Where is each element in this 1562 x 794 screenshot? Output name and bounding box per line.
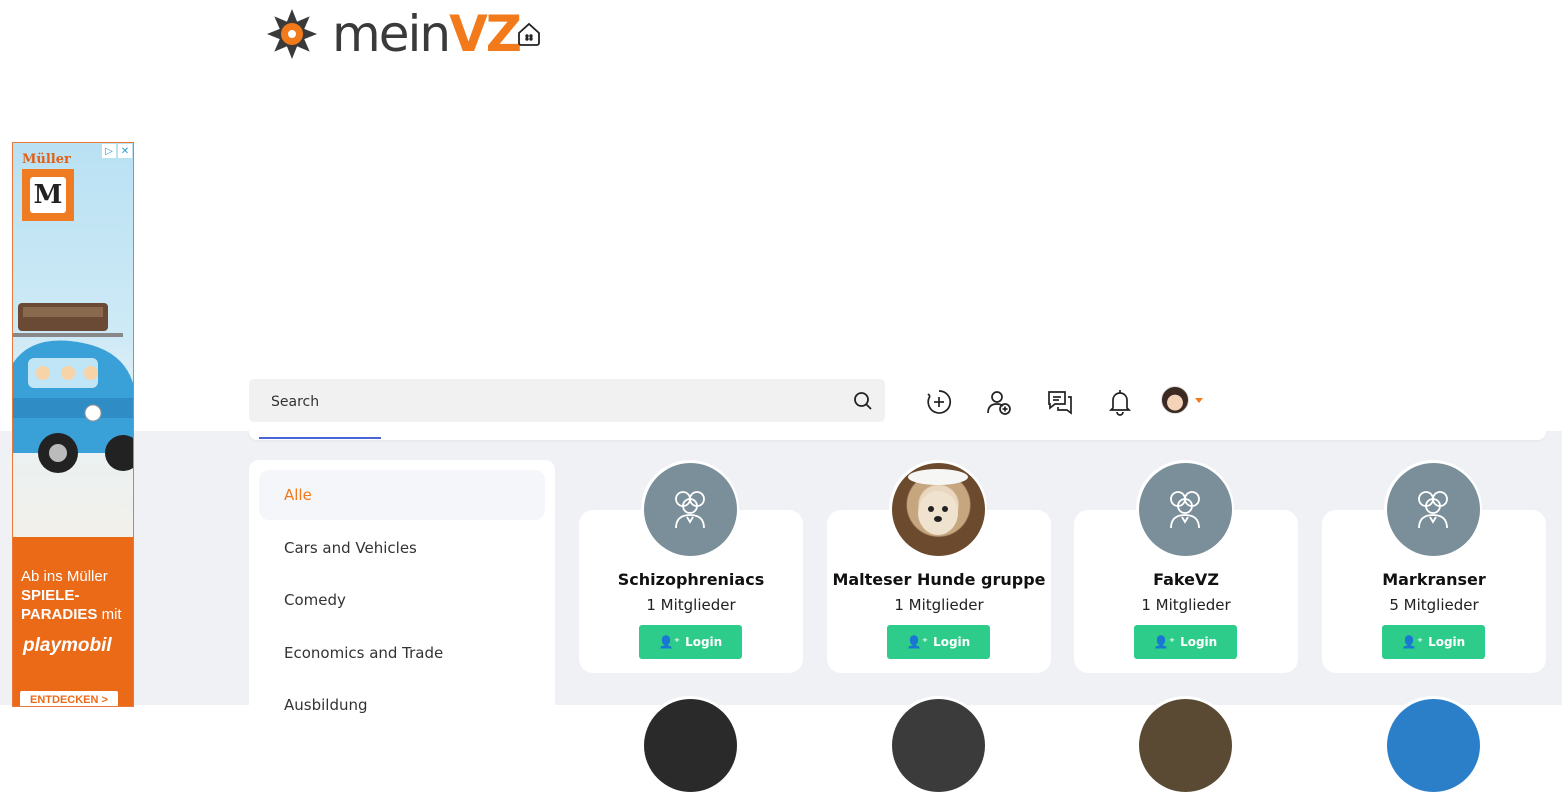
ad-copy-line3-suffix: mit	[97, 606, 122, 623]
add-user-icon[interactable]	[985, 388, 1013, 416]
category-sidebar: Alle Cars and Vehicles Comedy Economics …	[249, 460, 555, 720]
group-avatar-partial	[641, 696, 739, 794]
category-item-comedy[interactable]: Comedy	[259, 575, 545, 625]
group-name[interactable]: Malteser Hunde gruppe	[827, 570, 1051, 589]
add-user-icon: 👤⁺	[1401, 635, 1424, 649]
group-avatar-partial	[1384, 696, 1482, 794]
logo-star-icon	[267, 9, 317, 59]
ad-copy-line3: PARADIES	[21, 606, 98, 623]
ad-car-image	[13, 303, 133, 473]
bell-icon[interactable]	[1106, 388, 1134, 416]
group-member-count: 1 Mitglieder	[1141, 596, 1231, 614]
group-icon	[1418, 491, 1448, 529]
join-login-label: Login	[1180, 635, 1218, 649]
group-avatar-partial	[889, 696, 987, 794]
add-user-icon: 👤⁺	[658, 635, 681, 649]
category-item-economics-and-trade[interactable]: Economics and Trade	[259, 628, 545, 678]
group-avatar	[1384, 460, 1482, 558]
category-item-alle[interactable]: Alle	[259, 470, 545, 520]
advertisement-banner[interactable]: ▷ ✕ Müller M Ab ins Müller SPIELE- PARAD…	[12, 142, 134, 707]
join-login-button[interactable]: 👤⁺ Login	[1134, 625, 1237, 659]
messages-icon[interactable]	[1046, 388, 1074, 416]
group-card[interactable]: Schizophreniacs 1 Mitglieder 👤⁺ Login	[579, 460, 803, 673]
logo-text-vz: VZ	[449, 5, 522, 63]
chevron-down-icon	[1195, 397, 1203, 403]
search-icon[interactable]	[853, 391, 873, 411]
dog-photo	[891, 462, 985, 556]
group-card[interactable]: Malteser Hunde gruppe 1 Mitglieder 👤⁺ Log…	[827, 460, 1051, 673]
group-avatar	[641, 460, 739, 558]
add-user-icon: 👤⁺	[906, 635, 929, 649]
group-member-count: 5 Mitglieder	[1389, 596, 1479, 614]
ad-copy: Ab ins Müller SPIELE- PARADIES mit	[21, 567, 122, 624]
logo-text-mein: mein	[332, 5, 451, 63]
group-name[interactable]: Markranser	[1322, 570, 1546, 589]
join-login-label: Login	[933, 635, 971, 649]
ad-controls: ▷ ✕	[102, 144, 132, 158]
ad-partner-logo: playmobil	[23, 635, 112, 656]
search-bar	[249, 379, 885, 424]
join-login-label: Login	[685, 635, 723, 649]
tab-strip	[249, 430, 1546, 440]
group-name[interactable]: Schizophreniacs	[579, 570, 803, 589]
home-icon[interactable]	[516, 21, 542, 51]
group-avatar	[1136, 460, 1234, 558]
search-input[interactable]	[269, 379, 833, 424]
join-login-button[interactable]: 👤⁺ Login	[1382, 625, 1485, 659]
group-icon	[1170, 491, 1200, 529]
group-avatar	[889, 460, 987, 558]
ad-copy-line2: SPIELE-	[21, 587, 80, 604]
ad-close-icon[interactable]: ✕	[118, 144, 132, 158]
join-login-button[interactable]: 👤⁺ Login	[639, 625, 742, 659]
group-card[interactable]: Markranser 5 Mitglieder 👤⁺ Login	[1322, 460, 1546, 673]
join-login-label: Login	[1428, 635, 1466, 649]
ad-brand-letter: M	[30, 177, 66, 213]
ad-brand-name: Müller	[22, 152, 71, 167]
add-circle-icon[interactable]	[925, 388, 953, 416]
category-item-ausbildung[interactable]: Ausbildung	[259, 680, 545, 730]
group-member-count: 1 Mitglieder	[894, 596, 984, 614]
avatar	[1161, 386, 1189, 414]
ad-choices-icon[interactable]: ▷	[102, 144, 116, 158]
group-member-count: 1 Mitglieder	[646, 596, 736, 614]
category-item-cars-and-vehicles[interactable]: Cars and Vehicles	[259, 523, 545, 573]
site-logo[interactable]: meinVZ	[262, 5, 522, 63]
active-tab-indicator	[259, 437, 381, 439]
group-avatar-partial	[1136, 696, 1234, 794]
ad-copy-line1: Ab ins Müller	[21, 568, 108, 585]
join-login-button[interactable]: 👤⁺ Login	[887, 625, 990, 659]
group-icon	[675, 491, 705, 529]
add-user-icon: 👤⁺	[1153, 635, 1176, 649]
group-card[interactable]: FakeVZ 1 Mitglieder 👤⁺ Login	[1074, 460, 1298, 673]
group-name[interactable]: FakeVZ	[1074, 570, 1298, 589]
ad-brand-logo: M	[22, 169, 74, 221]
user-menu[interactable]	[1161, 386, 1203, 414]
